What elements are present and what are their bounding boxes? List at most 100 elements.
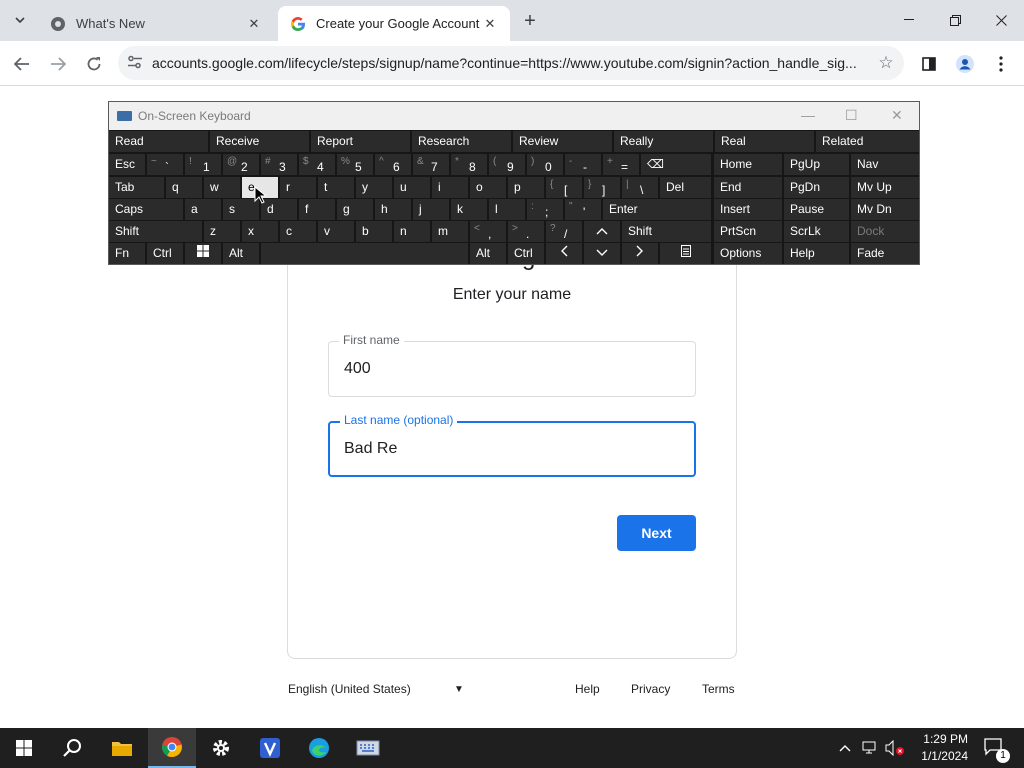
prediction-key[interactable]: Really: [614, 131, 713, 152]
key-2[interactable]: @2: [223, 154, 259, 175]
key-a[interactable]: a: [185, 199, 221, 220]
key-d[interactable]: d: [261, 199, 297, 220]
down-arrow-icon[interactable]: [584, 243, 620, 264]
close-window-icon[interactable]: [978, 0, 1024, 40]
chrome-taskbar-icon[interactable]: [148, 728, 196, 768]
search-icon[interactable]: [48, 728, 96, 768]
osk-maximize-icon[interactable]: ☐: [845, 107, 858, 124]
key-b[interactable]: b: [356, 221, 392, 242]
space-key[interactable]: [261, 243, 468, 264]
options-key[interactable]: Options: [714, 243, 782, 264]
esc-key[interactable]: Esc: [109, 154, 145, 175]
key-backslash[interactable]: | \: [622, 177, 658, 198]
key-z[interactable]: z: [204, 221, 240, 242]
prtscn-key[interactable]: PrtScn: [714, 221, 782, 242]
tab-search-chevron-icon[interactable]: [8, 8, 32, 32]
prediction-key[interactable]: Report: [311, 131, 410, 152]
alt-key[interactable]: Alt: [223, 243, 259, 264]
key-n[interactable]: n: [394, 221, 430, 242]
key-c[interactable]: c: [280, 221, 316, 242]
key-k[interactable]: k: [451, 199, 487, 220]
key-l[interactable]: l: [489, 199, 525, 220]
key-q[interactable]: q: [166, 177, 202, 198]
new-tab-plus-icon[interactable]: +: [518, 9, 542, 33]
up-arrow-icon[interactable]: [584, 221, 620, 242]
mv-up-key[interactable]: Mv Up: [851, 177, 919, 198]
site-info-icon[interactable]: [118, 55, 152, 72]
key-minus[interactable]: --: [565, 154, 601, 175]
start-windows-icon[interactable]: [0, 728, 48, 768]
tab-whats-new[interactable]: What's New ✕: [38, 6, 274, 41]
key-3[interactable]: #3: [261, 154, 297, 175]
windows-key-icon[interactable]: [185, 243, 221, 264]
first-name-field[interactable]: First name 400: [328, 333, 696, 397]
next-button[interactable]: Next: [617, 515, 696, 551]
key-backtick[interactable]: ~ `: [147, 154, 183, 175]
more-menu-icon[interactable]: [987, 50, 1015, 78]
key-v[interactable]: v: [318, 221, 354, 242]
tab-key[interactable]: Tab: [109, 177, 164, 198]
minimize-icon[interactable]: [886, 0, 932, 40]
address-bar[interactable]: accounts.google.com/lifecycle/steps/sign…: [118, 46, 904, 80]
taskbar-clock[interactable]: 1:29 PM 1/1/2024: [908, 731, 968, 765]
show-hidden-icons-chevron-icon[interactable]: [839, 740, 851, 755]
pgdn-key[interactable]: PgDn: [784, 177, 849, 198]
settings-gear-icon[interactable]: [197, 728, 245, 768]
key-9[interactable]: (9: [489, 154, 525, 175]
dock-key[interactable]: Dock: [851, 221, 919, 242]
key-equals[interactable]: + =: [603, 154, 639, 175]
key-o[interactable]: o: [470, 177, 506, 198]
key-quote[interactable]: " ': [565, 199, 601, 220]
mv-dn-key[interactable]: Mv Dn: [851, 199, 919, 220]
key-8[interactable]: * 8: [451, 154, 487, 175]
fn-key[interactable]: Fn: [109, 243, 145, 264]
bookmark-star-icon[interactable]: ☆: [868, 53, 904, 73]
back-arrow-icon[interactable]: [8, 50, 36, 78]
reload-icon[interactable]: [80, 50, 108, 78]
side-panel-icon[interactable]: [915, 50, 943, 78]
del-key[interactable]: Del: [660, 177, 711, 198]
shift-key[interactable]: Shift: [109, 221, 202, 242]
key-h[interactable]: h: [375, 199, 411, 220]
terms-link[interactable]: Terms: [702, 682, 735, 696]
insert-key[interactable]: Insert: [714, 199, 782, 220]
key-x[interactable]: x: [242, 221, 278, 242]
privacy-link[interactable]: Privacy: [631, 682, 670, 696]
key-6[interactable]: ^ 6: [375, 154, 411, 175]
prediction-key[interactable]: Review: [513, 131, 612, 152]
nav-key[interactable]: Nav: [851, 154, 919, 175]
alt-right-key[interactable]: Alt: [470, 243, 506, 264]
caps-key[interactable]: Caps: [109, 199, 183, 220]
context-menu-icon[interactable]: [660, 243, 711, 264]
key-0[interactable]: ) 0: [527, 154, 563, 175]
osk-title-bar[interactable]: On-Screen Keyboard — ☐ ✕: [109, 102, 919, 130]
key-5[interactable]: % 5: [337, 154, 373, 175]
help-key[interactable]: Help: [784, 243, 849, 264]
forward-arrow-icon[interactable]: [44, 50, 72, 78]
scrlk-key[interactable]: ScrLk: [784, 221, 849, 242]
ctrl-key[interactable]: Ctrl: [147, 243, 183, 264]
key-r[interactable]: r: [280, 177, 316, 198]
tab-create-google-account[interactable]: Create your Google Account ✕: [278, 6, 510, 41]
key-close-bracket[interactable]: }]: [584, 177, 620, 198]
key-semicolon[interactable]: :;: [527, 199, 563, 220]
fade-key[interactable]: Fade: [851, 243, 919, 264]
osk-close-icon[interactable]: ✕: [891, 107, 903, 124]
pgup-key[interactable]: PgUp: [784, 154, 849, 175]
right-arrow-icon[interactable]: [622, 243, 658, 264]
edge-icon[interactable]: [295, 728, 343, 768]
shift-right-key[interactable]: Shift: [622, 221, 711, 242]
prediction-key[interactable]: Read: [109, 131, 208, 152]
file-explorer-icon[interactable]: [98, 728, 146, 768]
key-p[interactable]: p: [508, 177, 544, 198]
key-7[interactable]: & 7: [413, 154, 449, 175]
language-dropdown-caret-icon[interactable]: ▼: [454, 684, 464, 695]
backspace-icon[interactable]: ⌫: [641, 154, 711, 175]
key-f[interactable]: f: [299, 199, 335, 220]
language-selector[interactable]: English (United States): [288, 682, 411, 696]
key-g[interactable]: g: [337, 199, 373, 220]
restore-icon[interactable]: [932, 0, 978, 40]
home-key[interactable]: Home: [714, 154, 782, 175]
pause-key[interactable]: Pause: [784, 199, 849, 220]
prediction-key[interactable]: Related: [816, 131, 919, 152]
